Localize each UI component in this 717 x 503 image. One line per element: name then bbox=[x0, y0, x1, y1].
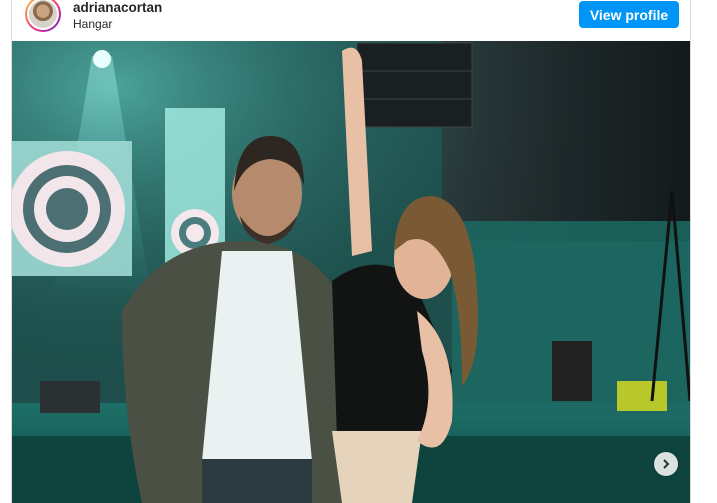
instagram-embed: adrianacortan Hangar View profile bbox=[11, 0, 691, 503]
avatar-image bbox=[27, 0, 59, 30]
post-photo[interactable] bbox=[12, 41, 690, 503]
profile-avatar[interactable] bbox=[25, 0, 61, 32]
carousel-next-button[interactable] bbox=[654, 452, 678, 476]
speaker-array bbox=[356, 42, 473, 128]
post-header: adrianacortan Hangar View profile bbox=[12, 0, 690, 40]
carousel-next-icon bbox=[663, 459, 670, 469]
photo-scene bbox=[12, 41, 690, 503]
location-label: Hangar bbox=[73, 17, 113, 31]
username-link[interactable]: adrianacortan bbox=[73, 0, 162, 15]
view-profile-button[interactable]: View profile bbox=[579, 1, 679, 28]
